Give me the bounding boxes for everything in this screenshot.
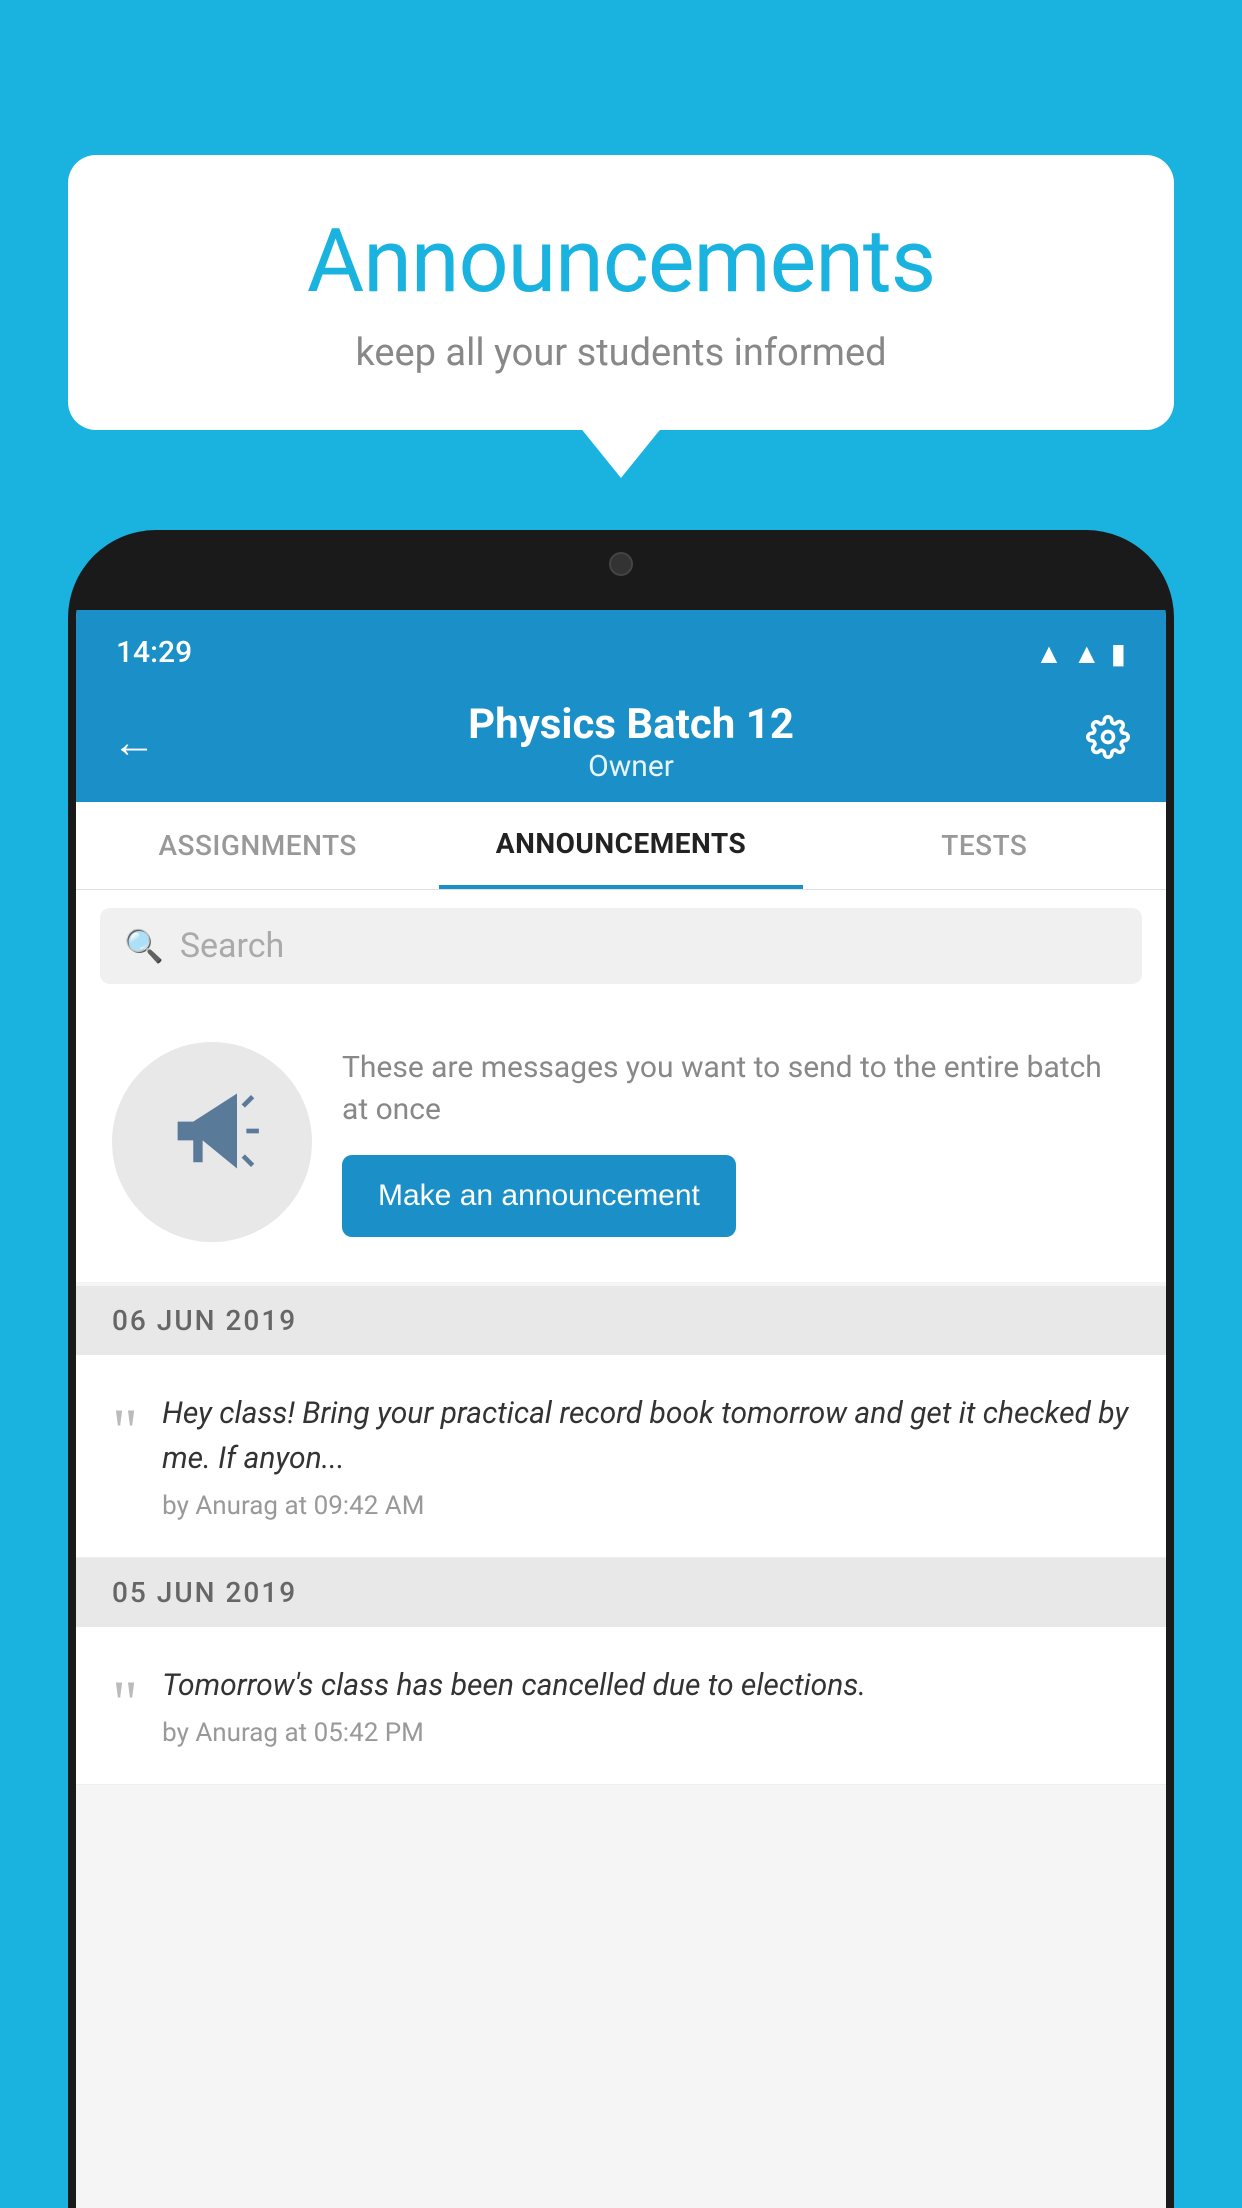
quote-icon-2: " xyxy=(112,1671,138,1735)
date-separator-1: 06 JUN 2019 xyxy=(76,1286,1166,1355)
status-time: 14:29 xyxy=(116,635,192,670)
status-bar: 14:29 ▲ ▲ ▮ xyxy=(76,610,1166,682)
search-placeholder: Search xyxy=(180,926,284,966)
search-bar: 🔍 Search xyxy=(76,890,1166,1002)
announcement-content-2: Tomorrow's class has been cancelled due … xyxy=(162,1663,1130,1748)
announcement-text-col: These are messages you want to send to t… xyxy=(342,1047,1130,1237)
tab-tests[interactable]: TESTS xyxy=(803,802,1166,889)
announcement-item-1[interactable]: " Hey class! Bring your practical record… xyxy=(76,1355,1166,1558)
tab-announcements[interactable]: ANNOUNCEMENTS xyxy=(439,802,802,889)
app-header: ← Physics Batch 12 Owner xyxy=(76,682,1166,802)
header-title: Physics Batch 12 Owner xyxy=(176,700,1086,784)
back-button[interactable]: ← xyxy=(112,716,156,768)
tabs-bar: ASSIGNMENTS ANNOUNCEMENTS TESTS xyxy=(76,802,1166,890)
batch-name: Physics Batch 12 xyxy=(176,700,1086,749)
quote-icon-1: " xyxy=(112,1399,138,1463)
owner-label: Owner xyxy=(176,749,1086,784)
search-input-wrapper[interactable]: 🔍 Search xyxy=(100,908,1142,984)
phone-inner: 14:29 ▲ ▲ ▮ ← Physics Batch 12 Owner xyxy=(76,538,1166,2208)
tab-assignments[interactable]: ASSIGNMENTS xyxy=(76,802,439,889)
announcements-title: Announcements xyxy=(128,210,1114,313)
announcement-message-2: Tomorrow's class has been cancelled due … xyxy=(162,1663,1130,1708)
announcement-description: These are messages you want to send to t… xyxy=(342,1047,1130,1131)
settings-button[interactable] xyxy=(1086,715,1130,770)
phone-notch xyxy=(531,538,711,590)
announcements-subtitle: keep all your students informed xyxy=(128,331,1114,375)
announcement-promo: These are messages you want to send to t… xyxy=(76,1002,1166,1282)
announcement-icon-circle xyxy=(112,1042,312,1242)
camera xyxy=(609,552,633,576)
announcement-item-2[interactable]: " Tomorrow's class has been cancelled du… xyxy=(76,1627,1166,1785)
status-icons: ▲ ▲ ▮ xyxy=(1035,637,1126,670)
date-separator-2: 05 JUN 2019 xyxy=(76,1558,1166,1627)
phone-frame: 14:29 ▲ ▲ ▮ ← Physics Batch 12 Owner xyxy=(68,530,1174,2208)
make-announcement-button[interactable]: Make an announcement xyxy=(342,1155,736,1237)
announcement-meta-2: by Anurag at 05:42 PM xyxy=(162,1718,1130,1748)
search-icon: 🔍 xyxy=(124,927,164,965)
megaphone-icon xyxy=(162,1081,262,1203)
wifi-icon: ▲ xyxy=(1035,637,1063,670)
speech-bubble: Announcements keep all your students inf… xyxy=(68,155,1174,430)
announcement-content-1: Hey class! Bring your practical record b… xyxy=(162,1391,1130,1521)
announcement-meta-1: by Anurag at 09:42 AM xyxy=(162,1491,1130,1521)
battery-icon: ▮ xyxy=(1111,637,1126,670)
signal-icon: ▲ xyxy=(1073,637,1101,670)
announcement-message-1: Hey class! Bring your practical record b… xyxy=(162,1391,1130,1481)
phone-screen: 14:29 ▲ ▲ ▮ ← Physics Batch 12 Owner xyxy=(76,610,1166,2208)
speech-bubble-container: Announcements keep all your students inf… xyxy=(68,155,1174,430)
